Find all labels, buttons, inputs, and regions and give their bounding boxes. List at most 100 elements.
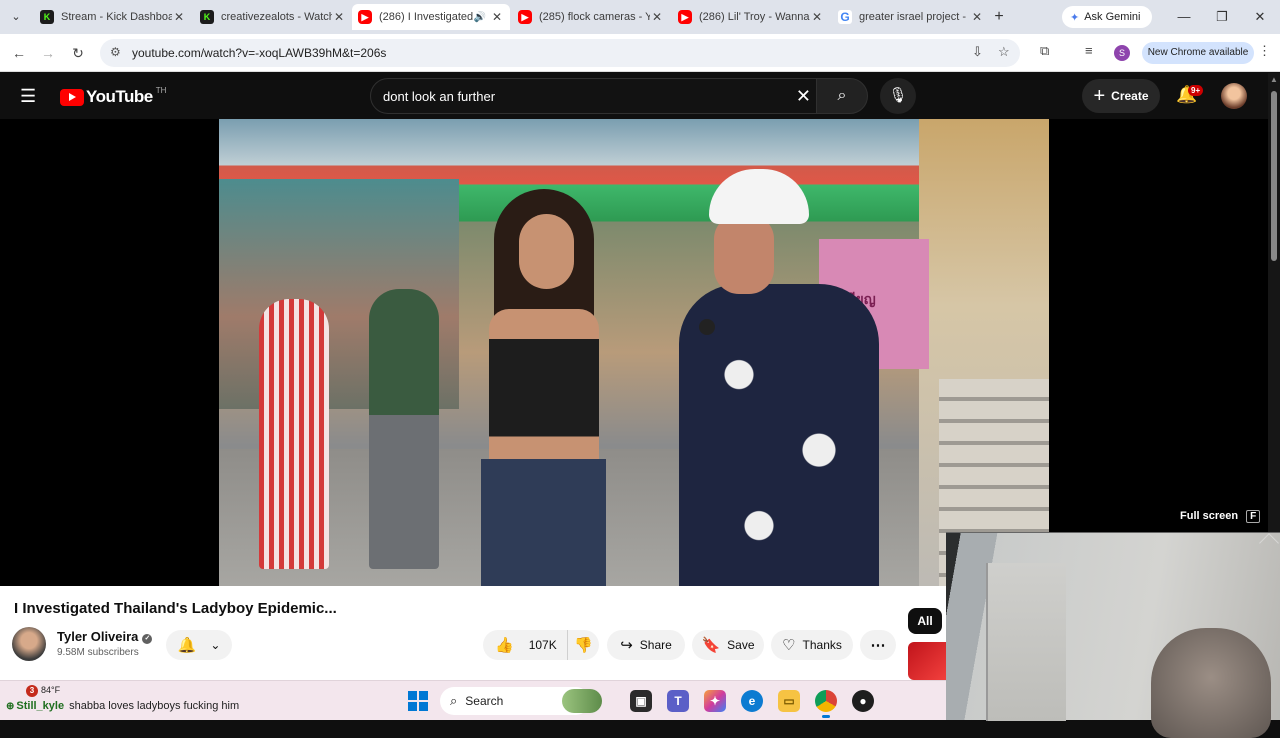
copilot-icon[interactable]: ✦	[704, 690, 726, 712]
ask-gemini-button[interactable]: ✦ Ask Gemini	[1062, 6, 1152, 28]
youtube-header: ☰ YouTube TH dont look an further ✕ ⌕ 🎙 …	[0, 73, 1268, 119]
scrollbar-thumb[interactable]	[1271, 91, 1277, 261]
forward-arrow-icon[interactable]: →	[38, 43, 58, 63]
windows-start-icon[interactable]	[408, 691, 428, 711]
fullscreen-shortcut-key: F	[1246, 510, 1261, 523]
url-text[interactable]: youtube.com/watch?v=-xoqLAWB39hM&t=206s	[132, 46, 386, 60]
close-tab-icon[interactable]: ✕	[490, 10, 504, 24]
create-button[interactable]: + Create	[1082, 79, 1160, 113]
browser-tab[interactable]: G greater israel project - ✕	[832, 4, 990, 30]
thanks-button[interactable]: ♡ Thanks	[771, 630, 853, 660]
video-title: I Investigated Thailand's Ladyboy Epidem…	[14, 600, 337, 617]
media-control-icon[interactable]: ≡	[1085, 43, 1093, 58]
browser-toolbar: ← → ↻ ⚙ youtube.com/watch?v=-xoqLAWB39hM…	[0, 34, 1280, 72]
video-scene-person	[259, 299, 329, 569]
back-arrow-icon[interactable]: ←	[9, 43, 29, 63]
edge-icon[interactable]: e	[741, 690, 763, 712]
account-avatar[interactable]	[1221, 83, 1247, 109]
browser-tab[interactable]: K Stream - Kick Dashboa ✕	[34, 4, 192, 30]
reload-icon[interactable]: ↻	[68, 43, 88, 63]
dislike-button[interactable]: 👎	[568, 636, 599, 654]
search-query-text[interactable]: dont look an further	[383, 89, 495, 104]
kick-favicon-icon: K	[40, 10, 54, 24]
bookmark-star-icon[interactable]: ☆	[998, 44, 1010, 60]
tab-title: creativezealots - Watch	[221, 11, 332, 23]
super-thanks-icon: ♡	[782, 637, 796, 654]
youtube-logo[interactable]: YouTube TH	[60, 85, 167, 107]
youtube-favicon-icon: ▶	[518, 10, 532, 24]
more-horizontal-icon: ⋯	[870, 637, 886, 654]
new-tab-plus-icon[interactable]: +	[990, 8, 1008, 26]
close-tab-icon[interactable]: ✕	[172, 10, 186, 24]
video-scene-face	[714, 214, 774, 294]
like-button[interactable]: 👍 107K	[483, 630, 568, 660]
video-scene-jeans	[481, 459, 606, 586]
channel-avatar[interactable]	[12, 627, 46, 661]
plus-icon: +	[1093, 85, 1106, 107]
bookmark-icon: 🔖	[701, 637, 721, 654]
webcam-scene-door	[986, 563, 1066, 721]
restore-icon[interactable]: ❐	[1212, 9, 1232, 25]
windows-taskbar: 3 84°F ⊕ Still_kyle shabba loves ladyboys …	[0, 680, 946, 720]
country-code: TH	[155, 85, 167, 95]
new-chrome-available-button[interactable]: New Chrome available	[1142, 42, 1254, 64]
site-info-icon[interactable]: ⚙	[110, 45, 121, 59]
address-bar[interactable]: ⚙ youtube.com/watch?v=-xoqLAWB39hM&t=206…	[100, 39, 1020, 67]
browser-tab-active[interactable]: ▶ (286) I Investigated 🔊 ✕	[352, 4, 510, 30]
weather-widget[interactable]: 3 84°F	[4, 685, 60, 697]
task-view-icon[interactable]: ▣	[630, 690, 652, 712]
thanks-label: Thanks	[802, 638, 842, 652]
file-explorer-icon[interactable]: ▭	[778, 690, 800, 712]
install-app-icon[interactable]: ⇩	[972, 44, 983, 60]
subscription-notifications-button[interactable]: 🔔 ⌄	[166, 630, 232, 660]
recommended-video-thumbnail[interactable]	[908, 642, 946, 680]
video-scene-microphone	[699, 319, 715, 335]
minimize-icon[interactable]: —	[1174, 9, 1194, 24]
browser-tab[interactable]: ▶ (285) flock cameras - Y ✕	[512, 4, 670, 30]
channel-name[interactable]: Tyler Oliveira	[57, 629, 138, 644]
tab-search-chevron-icon[interactable]: ⌄	[6, 7, 26, 27]
speaker-icon[interactable]: 🔊	[474, 12, 486, 23]
notification-count-badge: 9+	[1188, 85, 1204, 96]
extensions-puzzle-icon[interactable]: ⧉	[1040, 43, 1049, 59]
chevron-down-icon: ⌄	[210, 638, 221, 652]
close-tab-icon[interactable]: ✕	[332, 10, 346, 24]
browser-tab[interactable]: ▶ (286) Lil' Troy - Wanna ✕	[672, 4, 830, 30]
hamburger-menu-icon[interactable]: ☰	[20, 86, 40, 106]
close-window-icon[interactable]: ✕	[1250, 9, 1270, 25]
profile-avatar[interactable]: S	[1114, 45, 1130, 61]
browser-menu-icon[interactable]: ⋮	[1258, 43, 1271, 59]
browser-tab[interactable]: K creativezealots - Watch ✕	[194, 4, 352, 30]
close-tab-icon[interactable]: ✕	[970, 10, 984, 24]
voice-search-mic-icon[interactable]: 🎙	[880, 78, 916, 114]
share-label: Share	[639, 638, 672, 652]
search-button[interactable]: ⌕	[816, 78, 868, 114]
clear-search-icon[interactable]: ✕	[796, 86, 811, 107]
browser-tab-strip: ⌄ K Stream - Kick Dashboa ✕ K creativeze…	[0, 0, 1280, 34]
google-favicon-icon: G	[838, 10, 852, 24]
more-actions-button[interactable]: ⋯	[860, 630, 896, 660]
search-input[interactable]: dont look an further ✕	[370, 78, 820, 114]
teams-icon[interactable]: T	[667, 690, 689, 712]
close-tab-icon[interactable]: ✕	[810, 10, 824, 24]
video-frame[interactable]: เหรียญ	[219, 119, 1049, 586]
save-button[interactable]: 🔖 Save	[692, 630, 764, 660]
share-button[interactable]: ↪ Share	[607, 630, 685, 660]
chat-username: Still_kyle	[16, 700, 65, 712]
filter-chip-all[interactable]: All	[908, 608, 942, 634]
scroll-up-arrow-icon[interactable]: ▲	[1270, 75, 1278, 84]
tab-title: greater israel project -	[859, 11, 966, 23]
verified-check-icon: ✓	[142, 634, 153, 644]
video-info-section: I Investigated Thailand's Ladyboy Epidem…	[0, 586, 946, 680]
taskbar-search[interactable]: ⌕ Search	[440, 687, 602, 715]
youtube-favicon-icon: ▶	[678, 10, 692, 24]
video-player[interactable]: เหรียญ Full screen F	[0, 119, 1268, 586]
create-label: Create	[1111, 89, 1149, 103]
temperature: 84°F	[41, 685, 61, 695]
channel-name-row[interactable]: Tyler Oliveira ✓	[57, 629, 153, 644]
close-tab-icon[interactable]: ✕	[650, 10, 664, 24]
tab-title: (286) I Investigated	[379, 11, 474, 23]
gemini-sparkle-icon: ✦	[1070, 11, 1080, 24]
obs-icon[interactable]: ●	[852, 690, 874, 712]
chrome-taskbar-icon[interactable]	[815, 690, 837, 718]
